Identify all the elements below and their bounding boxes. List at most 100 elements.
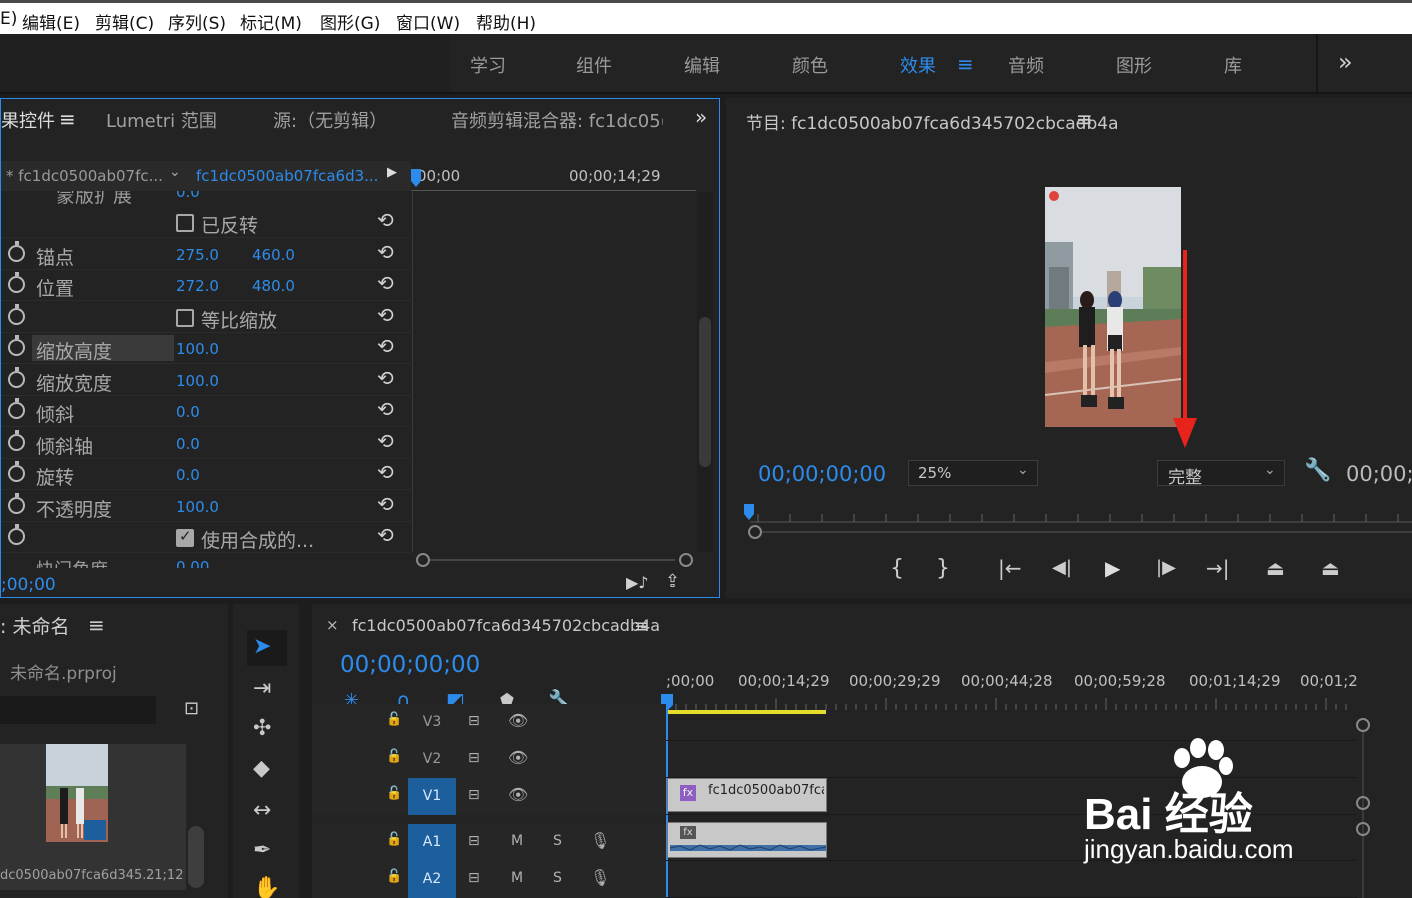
stopwatch-icon[interactable] — [8, 366, 25, 388]
timeline-scroll-handle-mid[interactable] — [1356, 796, 1370, 810]
step-forward-icon[interactable]: |▶ — [1156, 557, 1176, 578]
checkbox[interactable] — [176, 308, 194, 327]
video-preview[interactable] — [1045, 187, 1181, 427]
panel-menu-icon[interactable]: ≡ — [59, 107, 76, 131]
property-value[interactable]: 0.0 — [176, 403, 200, 421]
ripple-edit-tool-icon[interactable]: ✣ — [253, 716, 271, 741]
reset-icon[interactable]: ⟲ — [377, 303, 394, 327]
property-value[interactable]: 0.0 — [176, 466, 200, 484]
go-to-in-icon[interactable]: |← — [998, 556, 1022, 580]
reset-icon[interactable]: ⟲ — [377, 523, 394, 547]
reset-icon[interactable]: ⟲ — [377, 271, 394, 295]
sequence-tab[interactable]: fc1dc0500ab07fca6d345702cbcadb4a — [352, 616, 660, 635]
workspace-tab[interactable]: 图形 — [1116, 52, 1152, 78]
reset-icon[interactable]: ⟲ — [377, 460, 394, 484]
lock-icon[interactable]: 🔓 — [386, 712, 402, 727]
mute-button[interactable]: M — [511, 833, 523, 849]
sync-lock-icon[interactable]: ⊟ — [468, 787, 480, 803]
menu-item[interactable]: 标记(M) — [240, 9, 302, 34]
property-value[interactable]: 275.0 — [176, 246, 219, 264]
menu-item[interactable]: 序列(S) — [168, 9, 226, 34]
timeline-scroll-handle-top[interactable] — [1356, 718, 1370, 732]
program-timecode[interactable]: 00;00;00;00 — [758, 462, 886, 486]
timeline-scroll-handle-low[interactable] — [1356, 822, 1370, 836]
eye-icon[interactable]: 👁 — [508, 711, 528, 730]
menu-item[interactable]: 剪辑(C) — [95, 9, 154, 34]
playhead-marker[interactable] — [411, 163, 421, 187]
timeline-timecode[interactable]: 00;00;00;00 — [340, 652, 480, 678]
project-item[interactable]: dc0500ab07fca6d345... 21;12 — [0, 744, 186, 890]
property-value[interactable]: 0.0 — [176, 435, 200, 453]
program-scrubber[interactable] — [744, 502, 1412, 524]
play-button[interactable]: ▶ — [1105, 556, 1120, 580]
stopwatch-icon[interactable] — [8, 335, 25, 356]
timeline-vertical-scrollbar[interactable] — [1362, 732, 1364, 898]
property-value[interactable]: 100.0 — [176, 340, 219, 358]
video-clip[interactable]: fx fc1dc0500ab07fca6 — [667, 778, 827, 812]
track-target[interactable]: V2 — [408, 741, 456, 778]
menu-item[interactable]: 图形(G) — [320, 9, 380, 34]
close-icon[interactable]: × — [326, 616, 339, 634]
chevron-down-icon[interactable]: ⌄ — [169, 164, 181, 180]
pen-tool-icon[interactable]: ✒ — [253, 838, 271, 863]
ec-timecode[interactable]: ;00;00 — [1, 575, 56, 595]
mark-out-icon[interactable]: } — [936, 556, 950, 581]
tab-source[interactable]: 源:（无剪辑） — [273, 107, 387, 133]
new-bin-icon[interactable]: ⊡ — [184, 698, 199, 719]
property-value[interactable]: 100.0 — [176, 372, 219, 390]
step-back-icon[interactable]: ◀| — [1052, 557, 1072, 578]
mark-in-icon[interactable]: { — [890, 556, 904, 581]
tab-audio-clip-mixer[interactable]: 音频剪辑混合器: fc1dc05( — [451, 107, 663, 133]
project-title[interactable]: : 未命名 — [0, 612, 69, 639]
track-target[interactable]: V3 — [408, 704, 456, 741]
tab-effect-controls[interactable]: 果控件 — [1, 107, 55, 133]
workspace-tab[interactable]: 效果 — [900, 52, 936, 78]
tab-lumetri-scopes[interactable]: Lumetri 范围 — [106, 107, 217, 133]
sync-lock-icon[interactable]: ⊟ — [468, 870, 480, 886]
workspace-tab[interactable]: 学习 — [470, 52, 506, 78]
stopwatch-icon[interactable] — [8, 272, 25, 293]
eye-icon[interactable]: 👁 — [508, 748, 528, 767]
hand-tool-icon[interactable]: ✋ — [253, 876, 280, 898]
reset-icon[interactable]: ⟲ — [377, 366, 394, 390]
track-target[interactable]: A2 — [408, 861, 456, 898]
lock-icon[interactable]: 🔓 — [386, 832, 402, 847]
panel-overflow-icon[interactable]: » — [695, 105, 707, 129]
ec-time-ruler[interactable]: 00;00 00;00;14;29 — [411, 161, 696, 191]
property-value-2[interactable]: 460.0 — [252, 246, 295, 264]
workspace-tab[interactable]: 库 — [1224, 52, 1242, 78]
wrench-icon[interactable]: 🔧 — [1304, 458, 1331, 483]
sync-lock-icon[interactable]: ⊟ — [468, 713, 480, 729]
track-select-tool-icon[interactable]: ⇥ — [253, 676, 271, 701]
go-to-out-icon[interactable]: →| — [1206, 556, 1230, 580]
lock-icon[interactable]: 🔓 — [386, 869, 402, 884]
property-value[interactable]: 272.0 — [176, 277, 219, 295]
stopwatch-icon[interactable] — [8, 461, 25, 482]
menu-item[interactable]: 帮助(H) — [476, 9, 536, 34]
microphone-icon[interactable]: 🎙 — [590, 868, 610, 887]
reset-icon[interactable]: ⟲ — [377, 208, 394, 232]
workspace-overflow-icon[interactable]: » — [1338, 48, 1353, 76]
reset-icon[interactable]: ⟲ — [377, 240, 394, 264]
program-title[interactable]: 节目: fc1dc0500ab07fca6d345702cbcadb4a — [746, 109, 1119, 134]
menu-item[interactable]: E) — [0, 9, 17, 29]
workspace-tab[interactable]: 颜色 — [792, 52, 828, 78]
checkbox[interactable] — [176, 527, 194, 547]
zoom-select[interactable]: 25% ⌄ — [908, 460, 1038, 486]
stopwatch-icon[interactable] — [8, 429, 25, 451]
property-value[interactable]: 100.0 — [176, 498, 219, 516]
track-target[interactable]: A1 — [408, 824, 456, 861]
master-clip-name[interactable]: * fc1dc0500ab07fc... — [6, 167, 163, 185]
stopwatch-icon[interactable] — [8, 240, 25, 262]
workspace-tab[interactable]: 音频 — [1008, 52, 1044, 78]
menu-item[interactable]: 窗口(W) — [396, 9, 460, 34]
lock-icon[interactable]: 🔓 — [386, 786, 402, 801]
selection-tool-icon[interactable]: ➤ — [253, 634, 271, 659]
stopwatch-icon[interactable] — [8, 524, 25, 545]
program-menu-icon[interactable]: ≡ — [1076, 107, 1093, 131]
program-zoom-bar[interactable] — [748, 524, 1412, 540]
export-icon[interactable]: ⇪ — [665, 571, 680, 592]
reset-icon[interactable]: ⟲ — [377, 397, 394, 421]
slip-tool-icon[interactable]: ↔ — [253, 798, 271, 823]
lift-icon[interactable]: ⏏ — [1266, 556, 1285, 580]
